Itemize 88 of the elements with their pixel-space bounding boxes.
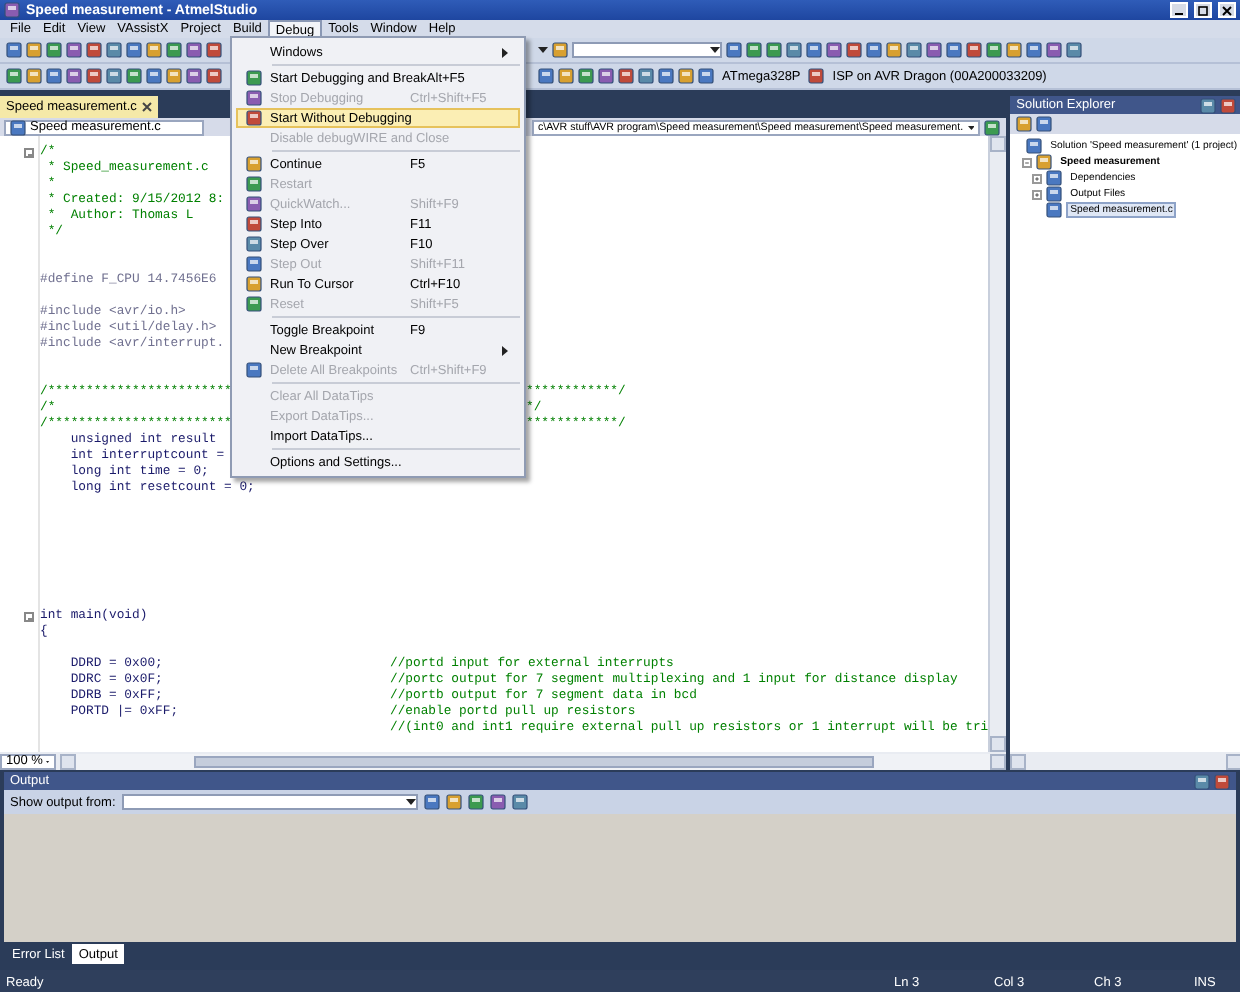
expand-icon[interactable] (1032, 189, 1043, 199)
toolbar-icon[interactable] (126, 68, 142, 84)
expand-icon[interactable] (1032, 173, 1043, 183)
toolbar-icon[interactable] (966, 42, 982, 58)
toolbar-icon[interactable] (186, 42, 202, 58)
toolbar-icon[interactable] (26, 42, 42, 58)
dropdown-caret-icon (967, 123, 974, 131)
toolbar-icon[interactable] (538, 68, 554, 84)
toolbar-icon[interactable] (489, 794, 506, 810)
menu-item-icon (246, 196, 262, 212)
toolbar-icon[interactable] (578, 68, 594, 84)
dropdown-caret-icon (405, 798, 416, 806)
menu-item-icon (246, 156, 262, 172)
menu-item-icon (246, 296, 262, 312)
toolbar-icon[interactable] (846, 42, 862, 58)
toolbar-icon[interactable] (86, 42, 102, 58)
dropdown-caret-icon (538, 46, 548, 54)
output-source-dropdown[interactable] (121, 794, 418, 810)
toolbar-icon[interactable] (166, 68, 182, 84)
search-field[interactable] (572, 42, 722, 58)
toolbar-icon[interactable] (511, 794, 528, 810)
toolbar-icon[interactable] (826, 42, 842, 58)
app-icon (4, 2, 20, 18)
toolbar-icon[interactable] (1066, 42, 1082, 58)
toolbar-icon[interactable] (806, 42, 822, 58)
toolbar-icon[interactable] (1046, 42, 1062, 58)
toolbar-icon[interactable] (786, 42, 802, 58)
toolbar-icon[interactable] (206, 68, 222, 84)
toolbar-icon[interactable] (1036, 116, 1053, 132)
maximize-icon (1198, 5, 1208, 15)
toolbar-icon[interactable] (906, 42, 922, 58)
toolbar-icon[interactable] (146, 68, 162, 84)
menu-item-icon (246, 110, 262, 126)
toolbar-icon[interactable] (986, 42, 1002, 58)
menu-item-icon (246, 236, 262, 252)
maximize-button[interactable] (1194, 2, 1212, 18)
toolbar-icon[interactable] (552, 42, 568, 58)
toolbar-icon[interactable] (166, 42, 182, 58)
collapse-icon[interactable] (24, 611, 34, 621)
collapse-icon[interactable] (24, 147, 34, 157)
menu-item-icon (246, 70, 262, 86)
toolbar-icon[interactable] (658, 68, 674, 84)
close-button[interactable] (1218, 2, 1236, 18)
collapse-icon[interactable] (1022, 157, 1033, 167)
menu-item-icon (246, 276, 262, 292)
toolbar-icon[interactable] (598, 68, 614, 84)
horizontal-scrollbar[interactable] (60, 753, 1007, 769)
toolbar-icon[interactable] (126, 42, 142, 58)
menu-item-icon (246, 256, 262, 272)
toolbar-icon[interactable] (1016, 116, 1033, 132)
toolbar-icon[interactable] (866, 42, 882, 58)
menu-item-icon (246, 216, 262, 232)
toolbar-icon[interactable] (558, 68, 574, 84)
toolbar-icon[interactable] (984, 119, 1000, 135)
toolbar-icon[interactable] (46, 42, 62, 58)
toolbar-icon[interactable] (946, 42, 962, 58)
toolbar-icon[interactable] (66, 68, 82, 84)
toolbar-icon[interactable] (467, 794, 484, 810)
toolbar-icon[interactable] (106, 42, 122, 58)
toolbar-icon[interactable] (6, 42, 22, 58)
toolbar-icon[interactable] (638, 68, 654, 84)
horizontal-scrollbar[interactable] (1010, 752, 1240, 770)
toolbar-icon[interactable] (445, 794, 462, 810)
toolbar-icon[interactable] (86, 68, 102, 84)
toolbar-icon[interactable] (886, 42, 902, 58)
toolbar-icon[interactable] (746, 42, 762, 58)
toolbar-icon[interactable] (766, 42, 782, 58)
toolbar-icon[interactable] (678, 68, 694, 84)
toolbar-icon[interactable] (106, 68, 122, 84)
menu-item-icon (246, 176, 262, 192)
toolbar-icon[interactable] (6, 68, 22, 84)
minimize-button[interactable] (1170, 2, 1188, 18)
toolbar-icon[interactable] (423, 794, 440, 810)
toolbar-icon[interactable] (66, 42, 82, 58)
toolbar-icon[interactable] (206, 42, 222, 58)
menu-item-icon (246, 90, 262, 106)
toolbar-icon[interactable] (146, 42, 162, 58)
toolbar-icon[interactable] (926, 42, 942, 58)
toolbar-icon[interactable] (618, 68, 634, 84)
toolbar-icon[interactable] (26, 68, 42, 84)
dropdown-caret-icon (710, 46, 720, 54)
vertical-scrollbar[interactable] (988, 136, 1007, 752)
toolbar-icon[interactable] (46, 68, 62, 84)
menu-item-icon (246, 362, 262, 378)
toolbar-icon[interactable] (726, 42, 742, 58)
toolbar-icon[interactable] (1006, 42, 1022, 58)
toolbar-icon[interactable] (1026, 42, 1042, 58)
toolbar-icon[interactable] (186, 68, 202, 84)
